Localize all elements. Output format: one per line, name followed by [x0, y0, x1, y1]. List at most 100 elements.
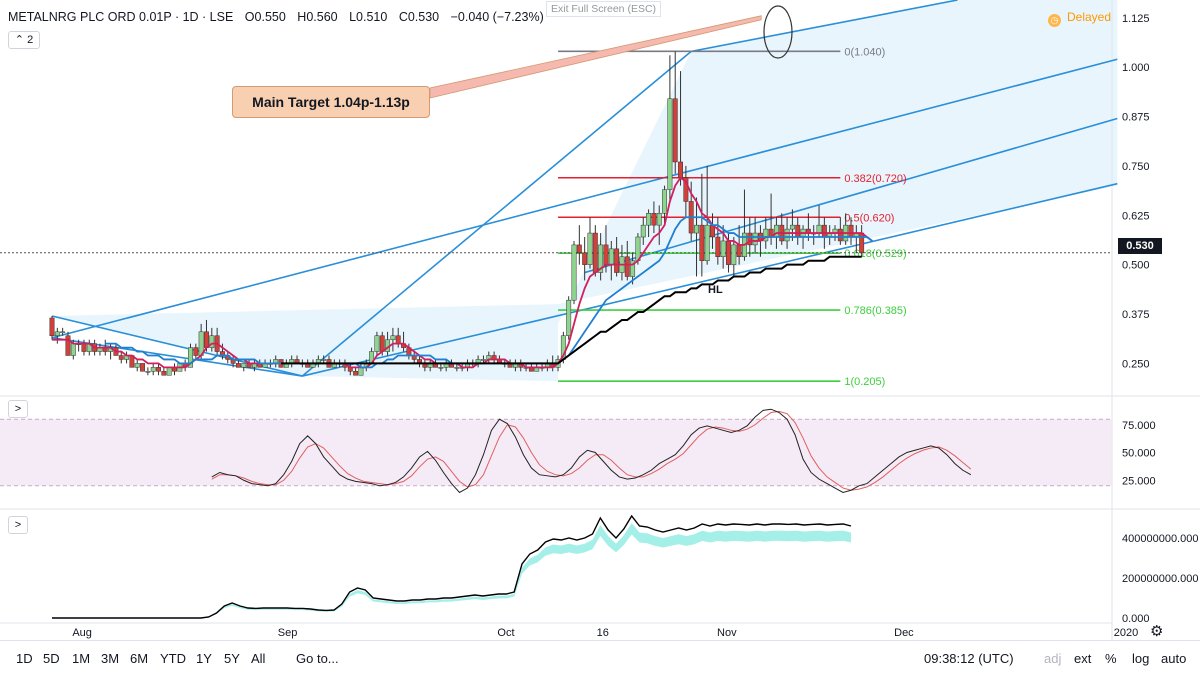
candle-body — [837, 228, 843, 242]
candle-body — [454, 367, 460, 369]
fib-level-label: 0.382(0.720) — [844, 173, 906, 185]
range-6m[interactable]: 6M — [130, 651, 148, 666]
percent-toggle[interactable]: % — [1105, 651, 1117, 666]
range-all[interactable]: All — [251, 651, 265, 666]
candle-body — [395, 335, 401, 344]
price-tick-label: 1.125 — [1122, 13, 1150, 25]
time-tick-label: 16 — [597, 627, 609, 639]
candle-body — [241, 363, 247, 368]
candle-body — [576, 244, 582, 254]
candle-body — [704, 224, 710, 261]
candle-body — [156, 367, 161, 372]
candle-body — [587, 232, 593, 265]
candle-body — [640, 224, 646, 238]
clock-time: 09:38:12 (UTC) — [924, 651, 1014, 666]
chart-canvas[interactable]: 0(1.040) 0.382(0.720) 0.5(0.620) 0.618(0.52… — [0, 0, 1200, 640]
time-tick-label: Aug — [72, 627, 92, 639]
obv-tick-label: 200000000.000 — [1122, 573, 1198, 585]
candle-body — [614, 248, 620, 273]
candle-body — [731, 244, 737, 265]
candle-body — [582, 252, 588, 265]
log-toggle[interactable]: log — [1132, 651, 1149, 666]
candle-body — [795, 224, 801, 238]
candle-body — [321, 359, 327, 361]
fib-level-label: 1(0.205) — [844, 376, 885, 388]
exit-fullscreen-button[interactable]: Exit Full Screen (ESC) — [546, 1, 662, 17]
candle-body — [699, 224, 705, 261]
change-value: −0.040 (−7.23%) — [450, 10, 544, 24]
candle-body — [49, 317, 55, 337]
obv-tick-label: 400000000.000 — [1122, 533, 1198, 545]
goto-button[interactable]: Go to... — [296, 651, 339, 666]
low-value: 0.510 — [356, 10, 388, 24]
candle-body — [603, 244, 609, 265]
obv-band — [52, 523, 851, 618]
time-tick-label: 2020 — [1114, 627, 1138, 639]
candle-body — [193, 347, 199, 356]
close-label: C — [398, 10, 408, 24]
candle-body — [374, 335, 380, 352]
fib-level-label: 0.618(0.529) — [844, 248, 906, 260]
candle-body — [789, 224, 795, 230]
price-tick-label: 0.375 — [1122, 309, 1150, 321]
indicator-collapse-button[interactable]: ⌃ 2 — [8, 31, 40, 49]
candle-body — [166, 367, 172, 376]
candle-body — [81, 343, 87, 352]
candle-body — [566, 299, 572, 337]
low-label: L — [349, 10, 357, 24]
candle-body — [60, 331, 66, 334]
candle-body — [816, 224, 822, 234]
close-value: 0.530 — [407, 10, 440, 24]
candle-body — [667, 98, 673, 190]
range-1m[interactable]: 1M — [72, 651, 90, 666]
candle-body — [624, 256, 630, 277]
obv-tick-label: 0.000 — [1122, 613, 1150, 625]
hl-label: HL — [708, 284, 723, 296]
obv-pane-toggle[interactable]: > — [8, 516, 28, 534]
stoch-tick-label: 75.000 — [1122, 420, 1156, 432]
price-tick-label: 1.000 — [1122, 62, 1150, 74]
candle-body — [651, 213, 657, 226]
candle-body — [571, 244, 577, 301]
price-tick-label: 0.625 — [1122, 210, 1150, 222]
candle-body — [752, 232, 758, 246]
ext-toggle[interactable]: ext — [1074, 651, 1091, 666]
stoch-tick-label: 50.000 — [1122, 448, 1156, 460]
adj-toggle[interactable]: adj — [1044, 651, 1061, 666]
range-5y[interactable]: 5Y — [224, 651, 240, 666]
candle-body — [662, 189, 668, 214]
candle-body — [65, 335, 71, 356]
candle-body — [358, 367, 364, 376]
stoch-pane-toggle[interactable]: > — [8, 400, 28, 418]
price-tick-label: 0.500 — [1122, 260, 1150, 272]
gear-icon: ⚙ — [1150, 623, 1163, 640]
fib-level-label: 0(1.040) — [844, 46, 885, 58]
candle-body — [720, 240, 726, 257]
range-1y[interactable]: 1Y — [196, 651, 212, 666]
price-tick-label: 0.750 — [1122, 161, 1150, 173]
auto-toggle[interactable]: auto — [1161, 651, 1186, 666]
price-tick-label: 0.875 — [1122, 112, 1150, 124]
candle-body — [784, 228, 790, 242]
price-tick-label: 0.250 — [1122, 358, 1150, 370]
range-3m[interactable]: 3M — [101, 651, 119, 666]
range-ytd[interactable]: YTD — [160, 651, 186, 666]
candle-body — [140, 363, 146, 372]
candle-body — [678, 161, 683, 178]
candle-body — [672, 98, 678, 163]
candle-body — [54, 331, 60, 336]
candle-body — [656, 213, 662, 226]
high-label: H — [297, 10, 307, 24]
bottom-toolbar: 1D 5D 1M 3M 6M YTD 1Y 5Y All Go to... 09… — [0, 640, 1200, 676]
open-value: 0.550 — [254, 10, 286, 24]
candle-body — [608, 248, 614, 265]
range-1d[interactable]: 1D — [16, 651, 33, 666]
candle-body — [592, 232, 598, 273]
stoch-tick-label: 25.000 — [1122, 475, 1156, 487]
candle-body — [715, 236, 721, 257]
range-5d[interactable]: 5D — [43, 651, 60, 666]
fib-level-label: 0.786(0.385) — [844, 305, 906, 317]
time-tick-label: Dec — [894, 627, 914, 639]
candle-body — [726, 240, 731, 265]
candle-body — [821, 224, 827, 238]
